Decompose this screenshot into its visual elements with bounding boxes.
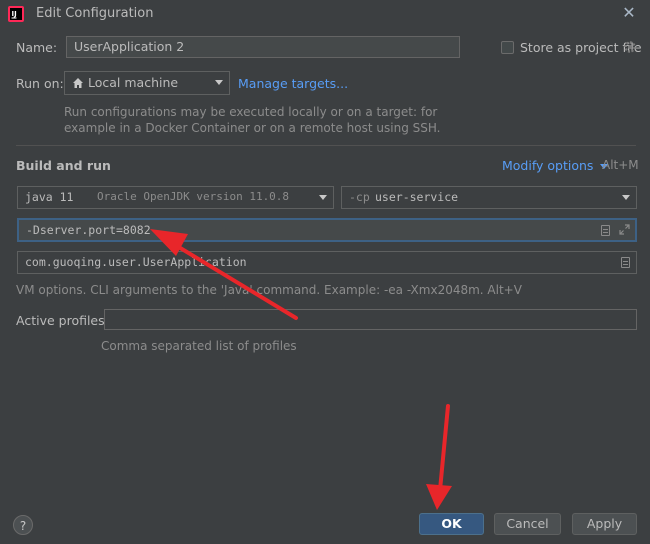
manage-targets-link[interactable]: Manage targets...: [238, 76, 348, 91]
chevron-down-icon: [215, 80, 223, 85]
vm-options-hint: VM options. CLI arguments to the 'Java' …: [16, 283, 522, 297]
document-icon[interactable]: [601, 225, 610, 236]
run-on-value: Local machine: [88, 75, 179, 90]
gear-icon[interactable]: [623, 40, 637, 54]
run-on-label: Run on:: [16, 76, 64, 91]
chevron-down-icon: [319, 195, 327, 200]
vm-options-value: -Dserver.port=8082: [26, 223, 151, 237]
run-on-hint-line2: example in a Docker Container or on a re…: [64, 121, 441, 135]
classpath-prefix: -cp: [349, 190, 370, 204]
app-icon: IJ: [8, 6, 24, 22]
active-profiles-label: Active profiles:: [16, 313, 109, 328]
chevron-down-icon: [622, 195, 630, 200]
run-on-select[interactable]: Local machine: [64, 71, 230, 95]
annotation-arrow-icon: [426, 404, 452, 510]
store-as-project-checkbox[interactable]: [501, 41, 514, 54]
classpath-select[interactable]: -cp user-service: [341, 186, 637, 209]
cancel-button[interactable]: Cancel: [494, 513, 561, 535]
build-and-run-heading: Build and run: [16, 158, 111, 173]
modify-options-shortcut: Alt+M: [602, 158, 639, 172]
document-icon[interactable]: [621, 257, 630, 268]
name-label: Name:: [16, 40, 58, 55]
window-title: Edit Configuration: [36, 6, 154, 21]
jdk-detail: Oracle OpenJDK version 11.0.8: [97, 190, 290, 203]
help-button[interactable]: ?: [13, 515, 33, 535]
apply-button[interactable]: Apply: [572, 513, 637, 535]
main-class-value: com.guoqing.user.UserApplication: [25, 255, 247, 269]
modify-options-link[interactable]: Modify options: [502, 158, 609, 173]
name-input[interactable]: UserApplication 2: [66, 36, 460, 58]
classpath-module: user-service: [375, 190, 459, 204]
jdk-name: java 11: [25, 190, 74, 204]
ok-button[interactable]: OK: [419, 513, 484, 535]
separator: [16, 145, 636, 146]
active-profiles-input[interactable]: [104, 309, 637, 330]
jdk-select[interactable]: java 11 Oracle OpenJDK version 11.0.8: [17, 186, 334, 209]
main-class-input[interactable]: com.guoqing.user.UserApplication: [17, 251, 637, 274]
close-icon[interactable]: ✕: [620, 3, 638, 23]
run-on-hint-line1: Run configurations may be executed local…: [64, 105, 438, 119]
vm-options-input[interactable]: -Dserver.port=8082: [17, 218, 637, 242]
home-icon: [73, 78, 83, 88]
expand-icon[interactable]: [619, 224, 630, 235]
svg-text:IJ: IJ: [12, 10, 17, 18]
modify-options-label: Modify options: [502, 158, 594, 173]
active-profiles-hint: Comma separated list of profiles: [101, 339, 297, 353]
